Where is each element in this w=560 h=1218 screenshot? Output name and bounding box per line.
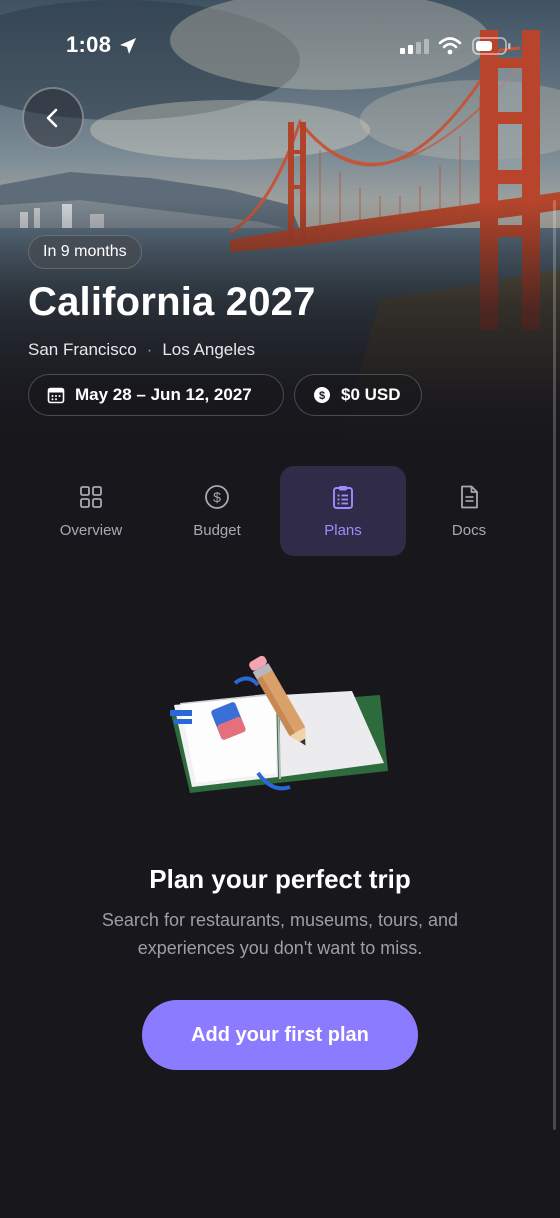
cellular-signal-icon	[400, 39, 429, 54]
tab-label: Plans	[324, 521, 362, 539]
empty-state-description: Search for restaurants, museums, tours, …	[101, 910, 459, 958]
scrollbar[interactable]	[553, 200, 556, 1130]
trip-budget-button[interactable]: $ $0 USD	[294, 374, 422, 416]
trip-cities: San Francisco · Los Angeles	[28, 340, 255, 360]
svg-text:$: $	[213, 489, 221, 505]
trip-dates-label: May 28 – Jun 12, 2027	[75, 385, 252, 404]
battery-icon	[472, 37, 511, 55]
back-button[interactable]	[22, 87, 84, 149]
tab-label: Overview	[59, 521, 123, 539]
chevron-left-icon	[46, 108, 58, 128]
trip-title: California 2027	[28, 280, 316, 324]
tab-plans[interactable]: Plans	[280, 466, 406, 556]
city-name: Los Angeles	[162, 340, 255, 359]
trip-tabs: Overview $ Budget Plans Docs	[28, 466, 532, 556]
clipboard-icon	[333, 485, 353, 509]
location-arrow-icon	[120, 38, 136, 54]
countdown-badge: In 9 months	[28, 235, 142, 269]
dollar-circle-icon: $	[205, 484, 229, 509]
calendar-icon	[47, 387, 65, 404]
status-time: 1:08	[66, 32, 112, 57]
tab-label: Budget	[193, 521, 241, 539]
tab-label: Docs	[451, 521, 487, 539]
city-name: San Francisco	[28, 340, 137, 359]
tab-docs[interactable]: Docs	[406, 466, 532, 556]
add-first-plan-button[interactable]: Add your first plan	[142, 1000, 418, 1070]
grid-icon	[80, 485, 102, 508]
document-icon	[461, 485, 478, 508]
tab-budget[interactable]: $ Budget	[154, 466, 280, 556]
empty-state-title: Plan your perfect trip	[149, 864, 411, 894]
status-bar: 1:08	[0, 30, 560, 62]
trip-dates-button[interactable]: May 28 – Jun 12, 2027	[28, 374, 284, 416]
dollar-coin-icon: $	[314, 387, 330, 403]
tab-overview[interactable]: Overview	[28, 466, 154, 556]
trip-budget-label: $0 USD	[341, 385, 401, 404]
city-separator: ·	[146, 340, 153, 359]
notebook-pencil-illustration	[170, 655, 388, 793]
wifi-icon	[438, 37, 462, 55]
svg-text:$: $	[319, 390, 325, 402]
